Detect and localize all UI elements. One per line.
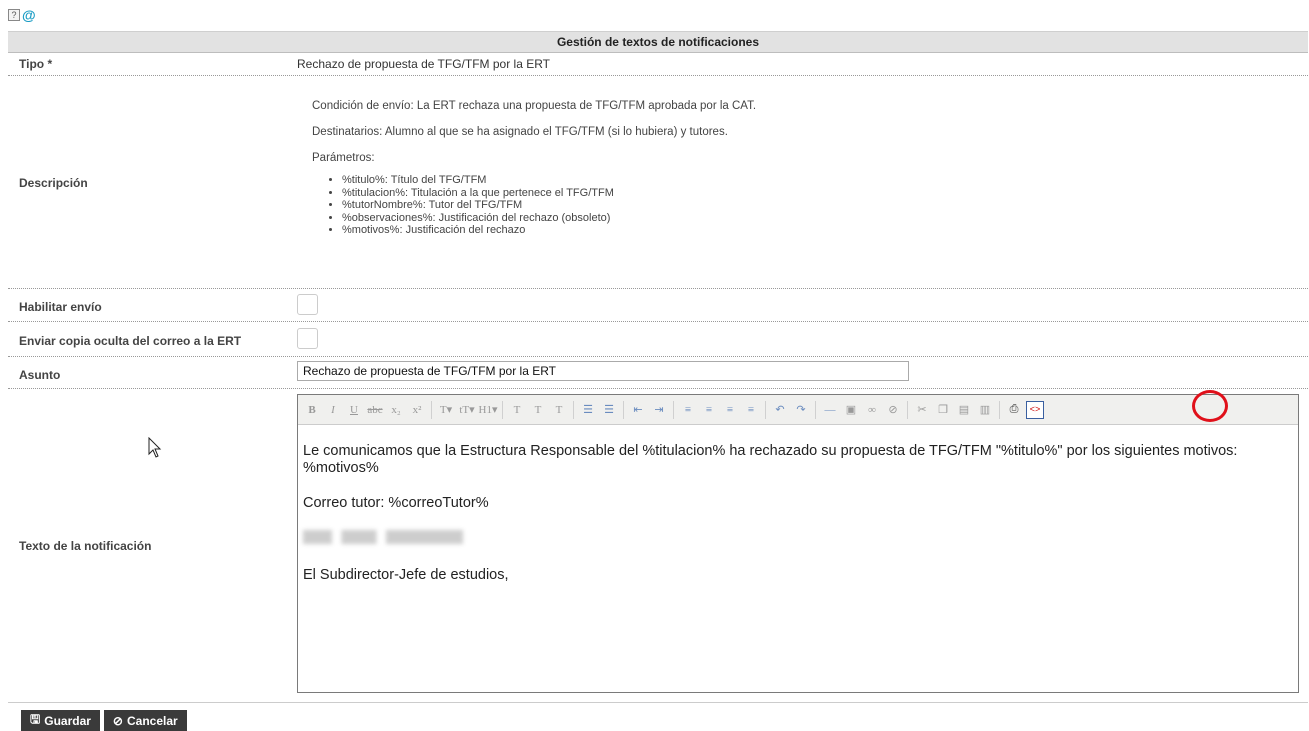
subscript-icon[interactable]: x₂ [387,401,405,419]
save-button-label: Guardar [44,713,91,728]
top-icons: ? @ [8,8,36,22]
floppy-disk-icon: 🖫 [30,712,41,726]
numbered-list-icon[interactable]: ☰ [600,401,618,419]
toolbar-separator [573,400,574,419]
destinatarios: Destinatarios: Alumno al que se ha asign… [312,126,728,138]
parametro-item: %titulo%: Título del TFG/TFM [342,174,756,187]
asunto-input[interactable] [297,361,909,381]
redo-icon[interactable]: ↷ [792,401,810,419]
parametros-list: %titulo%: Título del TFG/TFM %titulacion… [312,174,756,237]
asunto-row: Asunto [8,357,1308,389]
parametro-item: %titulacion%: Titulación a la que perten… [342,187,756,200]
cancel-button-label: Cancelar [126,713,178,728]
superscript-icon[interactable]: x² [408,401,426,419]
copia-oculta-label: Enviar copia oculta del correo a la ERT [19,334,242,348]
condicion-envio: Condición de envío: La ERT rechaza una p… [312,100,757,112]
undo-icon[interactable]: ↶ [771,401,789,419]
descripcion-row: Descripción Condición de envío: La ERT r… [8,76,1308,289]
underline-icon[interactable]: U [345,401,363,419]
justify-icon[interactable]: ≡ [742,401,760,419]
toolbar-separator [673,400,674,419]
indent-icon[interactable]: ⇥ [650,401,668,419]
unlink-icon[interactable]: ⊘ [884,401,902,419]
texto-label: Texto de la notificación [19,539,152,553]
mouse-cursor-icon [148,437,162,458]
bold-icon[interactable]: B [303,401,321,419]
editor-toolbar: B I U abc x₂ x² T▾ tT▾ H1▾ T T T ☰ ☰ ⇤ ⇥… [298,395,1298,425]
source-code-icon[interactable]: <> [1026,400,1044,419]
link-icon[interactable]: ∞ [863,401,881,419]
image-icon[interactable]: ▣ [842,401,860,419]
habilitar-row: Habilitar envío [8,289,1308,322]
toolbar-separator [765,400,766,419]
align-center-icon[interactable]: ≡ [700,401,718,419]
parametros-label: Parámetros: [312,152,375,164]
cancel-circle-icon: ⊘ [112,713,123,728]
heading-icon[interactable]: H1▾ [479,401,498,419]
editor-paragraph: El Subdirector-Jefe de estudios, [303,567,509,583]
highlight-circle [1192,390,1228,422]
asunto-label: Asunto [19,368,61,382]
font-family-icon[interactable]: T▾ [437,401,455,419]
form-buttons: 🖫 Guardar ⊘ Cancelar [21,710,187,731]
toolbar-separator [502,400,503,419]
parametro-item: %motivos%: Justificación del rechazo [342,224,756,237]
divider [8,702,1308,703]
parametro-item: %tutorNombre%: Tutor del TFG/TFM [342,199,756,212]
strikethrough-icon[interactable]: abc [366,401,384,419]
habilitar-label: Habilitar envío [19,300,102,314]
editor-paragraph-blurred [303,530,1293,549]
highlight-icon[interactable]: T [529,401,547,419]
clear-format-icon[interactable]: T [550,401,568,419]
habilitar-checkbox[interactable] [297,294,318,315]
font-size-icon[interactable]: tT▾ [458,401,476,419]
editor-paragraph: Correo tutor: %correoTutor% [303,495,489,511]
cancel-button[interactable]: ⊘ Cancelar [103,710,187,731]
paste-text-icon[interactable]: ▥ [976,401,994,419]
paste-icon[interactable]: ▤ [955,401,973,419]
copia-oculta-checkbox[interactable] [297,328,318,349]
toolbar-separator [623,400,624,419]
toolbar-separator [999,400,1000,419]
tipo-label: Tipo * [19,57,53,71]
at-email-icon[interactable]: @ [22,8,36,22]
save-button[interactable]: 🖫 Guardar [21,710,100,731]
cut-icon[interactable]: ✂ [913,401,931,419]
horizontal-rule-icon[interactable]: ― [821,401,839,419]
toolbar-separator [431,400,432,419]
rich-text-editor[interactable]: B I U abc x₂ x² T▾ tT▾ H1▾ T T T ☰ ☰ ⇤ ⇥… [297,390,1299,693]
align-right-icon[interactable]: ≡ [721,401,739,419]
italic-icon[interactable]: I [324,401,342,419]
blurred-text [303,530,463,544]
descripcion-label: Descripción [19,176,88,190]
bullet-list-icon[interactable]: ☰ [579,401,597,419]
toolbar-separator [907,400,908,419]
page-title: Gestión de textos de notificaciones [8,31,1308,53]
text-color-icon[interactable]: T [508,401,526,419]
parametro-item: %observaciones%: Justificación del recha… [342,212,756,225]
editor-paragraph: Le comunicamos que la Estructura Respons… [303,443,1238,476]
texto-row: Texto de la notificación B I U abc x₂ x²… [8,389,1308,697]
copy-icon[interactable]: ❐ [934,401,952,419]
tipo-row: Tipo * Rechazo de propuesta de TFG/TFM p… [8,53,1308,76]
copia-oculta-row: Enviar copia oculta del correo a la ERT [8,322,1308,357]
toolbar-separator [815,400,816,419]
outdent-icon[interactable]: ⇤ [629,401,647,419]
help-icon[interactable]: ? [8,9,20,21]
print-icon[interactable]: ⎙ [1005,401,1023,419]
align-left-icon[interactable]: ≡ [679,401,697,419]
editor-content[interactable]: Le comunicamos que la Estructura Respons… [298,425,1298,584]
descripcion-text: Condición de envío: La ERT rechaza una p… [312,100,756,237]
tipo-value: Rechazo de propuesta de TFG/TFM por la E… [297,57,551,71]
